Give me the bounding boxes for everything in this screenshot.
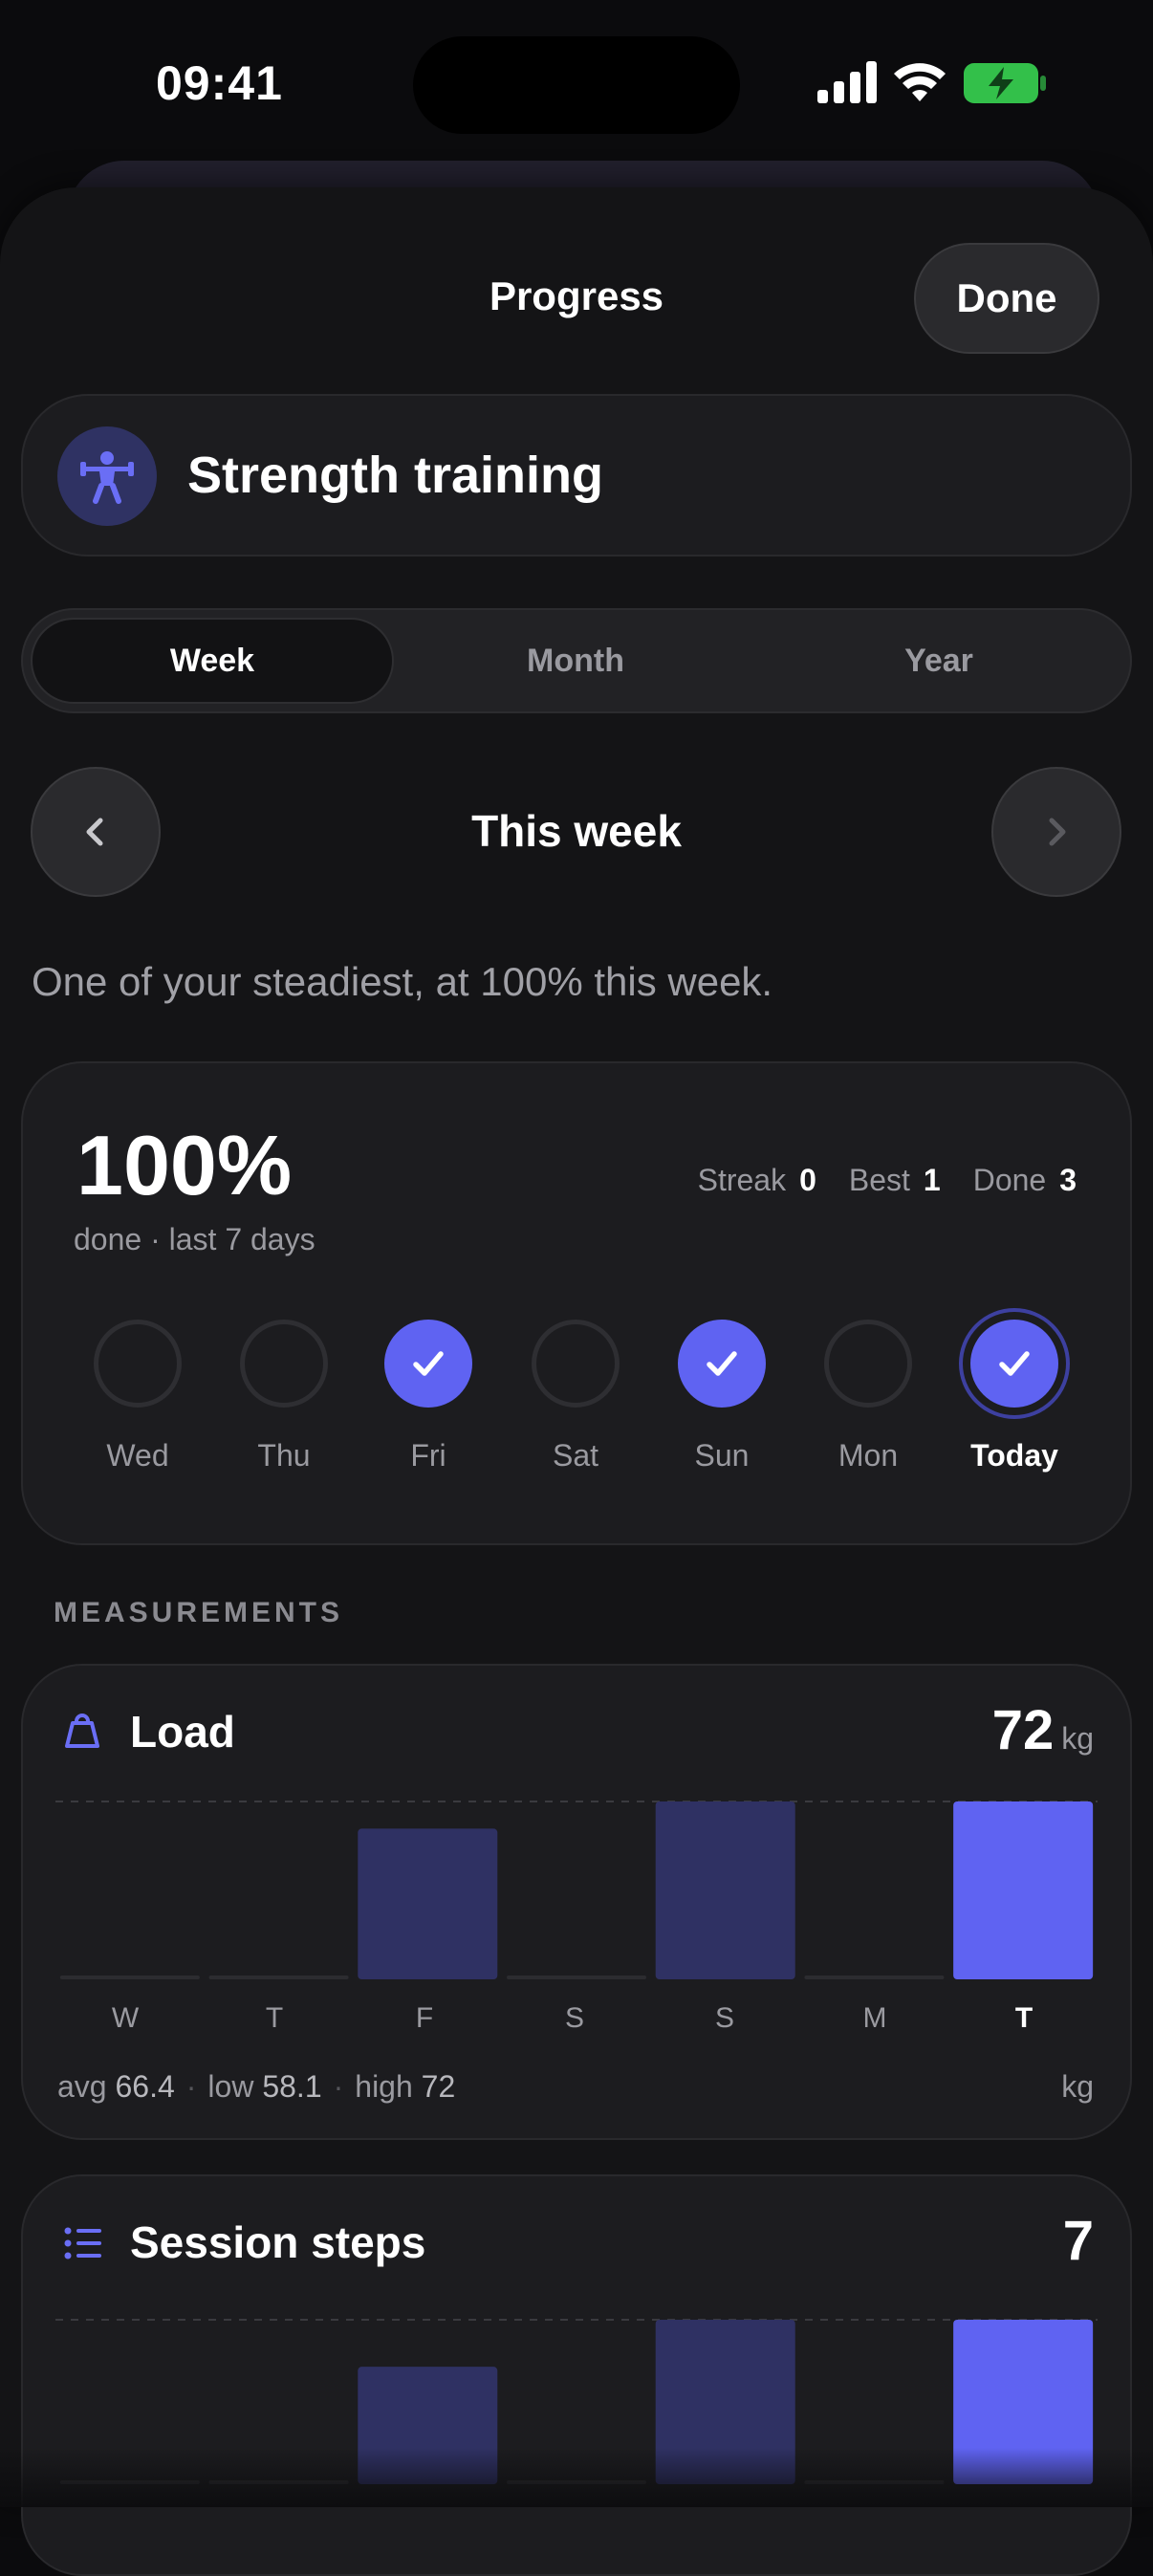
x-tick-label: S bbox=[564, 2002, 584, 2034]
checkmark-icon bbox=[999, 1351, 1030, 1376]
measurement-current-value: 7 bbox=[1062, 2210, 1094, 2272]
bar-current bbox=[953, 1801, 1094, 1979]
day-circle-fri[interactable] bbox=[384, 1320, 472, 1408]
habit-name: Strength training bbox=[187, 447, 603, 504]
measurement-title: Session steps bbox=[130, 2217, 426, 2267]
weightlifter-icon bbox=[80, 451, 134, 504]
measurement-title: Load bbox=[130, 1707, 235, 1757]
weight-icon bbox=[65, 1714, 99, 1748]
tab-month[interactable]: Month bbox=[394, 618, 757, 704]
empty-bar-baseline bbox=[59, 1976, 200, 1979]
x-tick-label: M bbox=[862, 2002, 887, 2034]
section-label-measurements: MEASUREMENTS bbox=[54, 1597, 344, 1628]
dynamic-island bbox=[413, 36, 740, 134]
x-tick-label: S bbox=[714, 2002, 734, 2034]
stats-row: Streak 0 Best 1 Done 3 bbox=[698, 1163, 1077, 1198]
day-circle-sat[interactable] bbox=[532, 1320, 620, 1408]
day-circle-thu[interactable] bbox=[240, 1320, 328, 1408]
day-label-sat: Sat bbox=[552, 1438, 599, 1473]
cellular-signal-icon bbox=[817, 61, 877, 103]
stat-streak: Streak 0 bbox=[697, 1163, 816, 1197]
list-icon bbox=[64, 2227, 101, 2259]
day-circle-today[interactable] bbox=[970, 1320, 1058, 1408]
summary-text: One of your steadiest, at 100% this week… bbox=[32, 959, 773, 1004]
day-label-wed: Wed bbox=[106, 1438, 169, 1473]
load-unit-label: kg bbox=[1061, 2069, 1094, 2104]
done-button[interactable]: Done bbox=[914, 243, 1099, 354]
day-label-fri: Fri bbox=[410, 1438, 446, 1473]
tab-year[interactable]: Year bbox=[757, 618, 1120, 704]
checkmark-icon bbox=[413, 1351, 444, 1376]
empty-bar-baseline bbox=[804, 1976, 945, 1979]
day-label-thu: Thu bbox=[257, 1438, 311, 1473]
status-time: 09:41 bbox=[156, 56, 283, 110]
period-title: This week bbox=[471, 806, 682, 856]
battery-charging-icon bbox=[964, 63, 1046, 103]
day-label-mon: Mon bbox=[838, 1438, 899, 1473]
wifi-icon bbox=[894, 63, 946, 101]
tab-week[interactable]: Week bbox=[31, 618, 394, 704]
chevron-right-icon bbox=[1049, 818, 1066, 846]
stat-done: Done 3 bbox=[972, 1163, 1077, 1197]
bottom-fade bbox=[0, 2448, 1153, 2507]
day-label-today: Today bbox=[970, 1438, 1058, 1473]
bar bbox=[358, 1828, 498, 1979]
x-tick-label-current: T bbox=[1014, 2002, 1033, 2034]
x-tick-label: T bbox=[265, 2002, 284, 2034]
day-circle-sun[interactable] bbox=[678, 1320, 766, 1408]
day-circle-wed[interactable] bbox=[94, 1320, 182, 1408]
empty-bar-baseline bbox=[208, 1976, 349, 1979]
habit-icon-badge bbox=[57, 426, 157, 526]
x-tick-label: F bbox=[415, 2002, 434, 2034]
empty-bar-baseline bbox=[507, 1976, 646, 1979]
day-circle-mon[interactable] bbox=[824, 1320, 912, 1408]
bar bbox=[655, 1801, 795, 1979]
x-tick-label: W bbox=[111, 2002, 140, 2034]
day-label-sun: Sun bbox=[694, 1438, 750, 1473]
load-summary-stats: avg 66.4 · low 58.1 · high 72 bbox=[57, 2069, 456, 2104]
load-bar-chart bbox=[55, 1801, 1098, 1979]
next-period-button[interactable] bbox=[991, 767, 1121, 897]
completion-subtitle: done · last 7 days bbox=[74, 1222, 315, 1256]
checkmark-icon bbox=[707, 1351, 737, 1376]
stat-best: Best 1 bbox=[848, 1163, 941, 1197]
measurement-current-value: 72 kg bbox=[991, 1699, 1094, 1761]
completion-percent: 100% bbox=[76, 1118, 293, 1212]
